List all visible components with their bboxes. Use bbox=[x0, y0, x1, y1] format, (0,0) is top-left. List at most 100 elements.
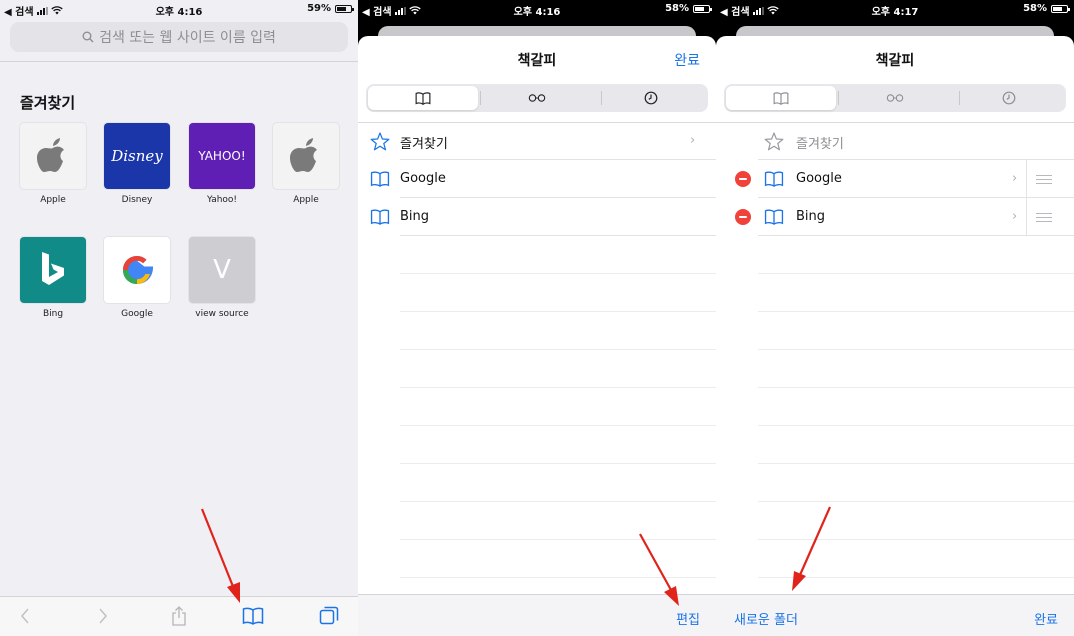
reading-list-icon bbox=[886, 94, 904, 102]
empty-row-divider bbox=[400, 311, 716, 312]
bookmarks-sheet-panel: ◀ 검색 오후 4:16 58% 책갈피 완료 즐겨찾기 › Google Bi… bbox=[358, 0, 716, 636]
history-icon bbox=[644, 91, 658, 105]
chevron-right-icon: › bbox=[690, 133, 696, 148]
battery-percent: 58% bbox=[665, 3, 689, 14]
empty-row-divider bbox=[758, 539, 1074, 540]
tab-history[interactable] bbox=[954, 86, 1064, 110]
disney-logo: Disney bbox=[104, 123, 170, 189]
list-item-bing[interactable]: Bing bbox=[358, 198, 716, 236]
list-item-label: 즐겨찾기 bbox=[400, 137, 448, 152]
empty-row-divider bbox=[758, 463, 1074, 464]
list-item-favorites: 즐겨찾기 bbox=[716, 122, 1074, 160]
chevron-right-icon: › bbox=[1012, 171, 1018, 186]
segment-divider bbox=[480, 91, 481, 105]
search-placeholder: 검색 또는 웹 사이트 이름 입력 bbox=[99, 30, 276, 46]
bottom-toolbar bbox=[0, 596, 358, 636]
bottom-toolbar: 새로운 폴더 완료 bbox=[716, 594, 1074, 636]
empty-row-divider bbox=[400, 501, 716, 502]
favorite-tile-apple-2[interactable]: Apple bbox=[273, 123, 339, 215]
delete-icon[interactable] bbox=[735, 209, 751, 225]
bookmarks-icon[interactable] bbox=[240, 605, 266, 627]
favorite-tile-view-source[interactable]: V view source bbox=[189, 237, 255, 329]
battery-icon bbox=[693, 4, 712, 13]
empty-row-divider bbox=[758, 425, 1074, 426]
book-icon bbox=[370, 170, 390, 188]
segmented-control bbox=[366, 84, 708, 112]
bookmarks-icon bbox=[415, 91, 431, 105]
empty-row-divider bbox=[758, 577, 1074, 578]
new-folder-button[interactable]: 새로운 폴더 bbox=[734, 609, 798, 628]
annotation-arrow bbox=[200, 508, 240, 603]
tab-bookmarks[interactable] bbox=[726, 86, 836, 110]
reorder-divider bbox=[1026, 198, 1027, 236]
tile-label: Apple bbox=[293, 195, 319, 205]
letter-v-icon: V bbox=[189, 237, 255, 303]
list-item-label: Google bbox=[400, 171, 446, 186]
empty-row-divider bbox=[400, 273, 716, 274]
bookmarks-edit-panel: ◀ 검색 오후 4:17 58% 책갈피 즐겨찾기 Google › Bing … bbox=[716, 0, 1074, 636]
favorite-tile-yahoo[interactable]: YAHOO! Yahoo! bbox=[189, 123, 255, 215]
bookmarks-icon bbox=[773, 91, 789, 105]
tile-label: Apple bbox=[40, 195, 66, 205]
yahoo-logo: YAHOO! bbox=[189, 123, 255, 189]
bottom-toolbar: 편집 bbox=[358, 594, 716, 636]
empty-row-divider bbox=[758, 387, 1074, 388]
star-icon bbox=[370, 131, 390, 150]
edit-button[interactable]: 편집 bbox=[676, 609, 700, 628]
reorder-handle-icon[interactable] bbox=[1036, 213, 1052, 222]
tile-label: view source bbox=[195, 309, 249, 319]
list-item-label: Bing bbox=[400, 209, 430, 224]
reorder-handle-icon[interactable] bbox=[1036, 175, 1052, 184]
forward-icon[interactable] bbox=[90, 605, 116, 627]
list-item-google[interactable]: Google bbox=[358, 160, 716, 198]
battery-percent: 59% bbox=[307, 3, 331, 14]
segment-divider bbox=[838, 91, 839, 105]
sheet-title: 책갈피 bbox=[875, 53, 915, 69]
empty-row-divider bbox=[400, 349, 716, 350]
row-divider bbox=[758, 235, 1074, 236]
battery-icon bbox=[1051, 4, 1070, 13]
chevron-right-icon: › bbox=[1012, 209, 1018, 224]
empty-row-divider bbox=[758, 501, 1074, 502]
back-icon[interactable] bbox=[12, 605, 38, 627]
tab-history[interactable] bbox=[596, 86, 706, 110]
tabs-icon[interactable] bbox=[316, 605, 342, 627]
tab-reading-list[interactable] bbox=[482, 86, 592, 110]
tab-bookmarks[interactable] bbox=[368, 86, 478, 110]
status-bar: ◀ 검색 오후 4:16 58% bbox=[358, 0, 716, 18]
tab-reading-list[interactable] bbox=[840, 86, 950, 110]
list-item-label: 즐겨찾기 bbox=[796, 137, 844, 152]
search-field[interactable]: 검색 또는 웹 사이트 이름 입력 bbox=[10, 22, 348, 52]
sheet-header: 책갈피 완료 bbox=[358, 36, 716, 80]
favorite-tile-google[interactable]: Google bbox=[104, 237, 170, 329]
delete-icon[interactable] bbox=[735, 171, 751, 187]
empty-row-divider bbox=[400, 539, 716, 540]
sheet-title: 책갈피 bbox=[517, 53, 557, 69]
favorite-tile-disney[interactable]: Disney Disney bbox=[104, 123, 170, 215]
done-button[interactable]: 완료 bbox=[1034, 609, 1058, 628]
row-divider bbox=[400, 235, 716, 236]
status-bar: ◀ 검색 오후 4:17 58% bbox=[716, 0, 1074, 18]
list-item-label: Google bbox=[796, 171, 842, 186]
tile-label: Disney bbox=[121, 195, 153, 205]
reading-list-icon bbox=[528, 94, 546, 102]
list-item-bing[interactable]: Bing › bbox=[716, 198, 1074, 236]
apple-icon bbox=[20, 123, 86, 189]
status-bar: ◀ 검색 오후 4:16 59% bbox=[0, 0, 358, 18]
list-item-favorites[interactable]: 즐겨찾기 › bbox=[358, 122, 716, 160]
status-time: 오후 4:17 bbox=[871, 7, 919, 18]
status-time: 오후 4:16 bbox=[155, 7, 203, 18]
favorite-tile-bing[interactable]: Bing bbox=[20, 237, 86, 329]
battery-icon bbox=[335, 4, 354, 13]
done-button[interactable]: 완료 bbox=[674, 50, 700, 70]
tile-label: Yahoo! bbox=[206, 195, 238, 205]
favorites-heading: 즐겨찾기 bbox=[20, 94, 76, 112]
favorite-tile-apple[interactable]: Apple bbox=[20, 123, 86, 215]
google-logo bbox=[104, 237, 170, 303]
list-item-google[interactable]: Google › bbox=[716, 160, 1074, 198]
history-icon bbox=[1002, 91, 1016, 105]
share-icon[interactable] bbox=[166, 605, 192, 627]
bing-logo bbox=[20, 237, 86, 303]
reorder-divider bbox=[1026, 160, 1027, 198]
star-icon bbox=[764, 131, 784, 150]
